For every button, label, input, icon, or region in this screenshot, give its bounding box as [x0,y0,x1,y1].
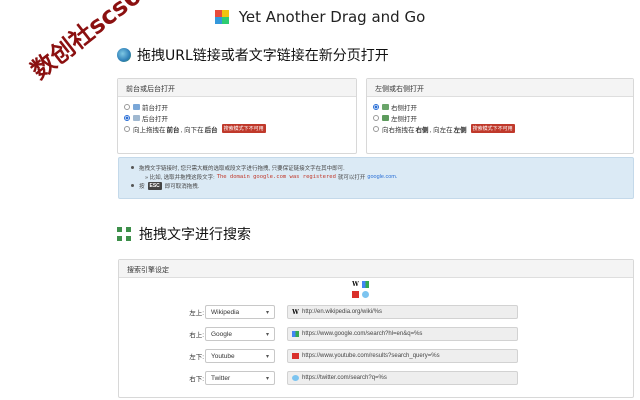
engine-select-value: Wikipedia [211,308,240,316]
radio-direction[interactable] [373,125,379,132]
wikipedia-icon: W [292,308,299,316]
engine-row-top-right: 右上: Google ▾ https://www.google.com/sear… [119,327,635,341]
section2-title-text: 拖拽文字进行搜索 [139,227,251,243]
option-bold: 左侧 [453,126,467,134]
engine-select[interactable]: Google ▾ [205,327,275,341]
option-text: , 向下在 [180,126,204,134]
radio-foreground[interactable] [124,103,130,110]
option-label: 左侧打开 [391,115,417,123]
bullet [131,166,134,169]
engine-url-value: https://twitter.com/search?q=%s [302,375,387,381]
google-icon [292,331,299,337]
esc-key: ESC [147,181,162,190]
info-text: 就可以打开 [337,174,366,181]
twitter-icon [292,375,299,381]
radio-background[interactable] [124,114,130,121]
puzzle-icon [117,227,131,241]
section-title-open-links: 拖拽URL链接或者文字链接在新分页打开 [117,45,389,65]
example-code: The domain google.com was registered [216,173,336,180]
chevron-down-icon: ▾ [265,309,269,316]
engine-url-value: https://www.google.com/search?hl=en&q=%s [302,331,423,337]
engine-position-label: 右下: [189,376,204,383]
engine-row-bottom-left: 左下: Youtube ▾ https://www.youtube.com/re… [119,349,635,363]
option-text: 向右拖拽在 [382,126,415,134]
info-line: 按 ESC 即可取消拖拽. [131,181,621,190]
info-text: 拖拽文字链接时, 您只需大概的选取或段文字进行拖拽, 只要保证链接文字在其中即可… [139,165,345,172]
section1-title-text: 拖拽URL链接或者文字链接在新分页打开 [137,48,389,64]
globe-icon [117,48,131,62]
twitter-icon [362,291,369,298]
option-right[interactable]: 右侧打开 [373,101,627,112]
engine-position-label: 左上: [189,310,204,317]
youtube-icon [352,291,359,298]
radio-left[interactable] [373,114,379,121]
option-foreground[interactable]: 前台打开 [124,101,350,112]
engine-select[interactable]: Youtube ▾ [205,349,275,363]
engine-select-value: Google [211,330,232,338]
option-label: 前台打开 [142,104,168,112]
section-title-search: 拖拽文字进行搜索 [117,224,251,244]
option-direction-lr[interactable]: 向右拖拽在 右侧 , 向左在 左侧 搜索模式下不可用 [373,123,627,134]
info-text: 即可取消拖拽. [164,183,200,190]
chevron-down-icon: ▾ [265,375,269,382]
info-text: » 比如, 选取并拖拽这段文字: [145,174,215,181]
engine-icons-top: W [352,281,369,288]
engine-icons-bottom [352,291,369,298]
option-bold: 右侧 [415,126,429,134]
engine-url-field[interactable]: https://twitter.com/search?q=%s [287,371,518,385]
engine-select[interactable]: Twitter ▾ [205,371,275,385]
engine-url-field[interactable]: W http://en.wikipedia.org/wiki/%s [287,305,518,319]
option-text: 向上拖拽在 [133,126,166,134]
engine-url-value: https://www.youtube.com/results?search_q… [302,353,440,359]
engine-row-bottom-right: 右下: Twitter ▾ https://twitter.com/search… [119,371,635,385]
unavailable-badge: 搜索模式下不可用 [470,124,515,133]
panel-left-right: 左侧或右侧打开 右侧打开 左侧打开 向右拖拽在 右侧 , 向左在 左侧 搜索模式… [366,78,634,154]
engine-select-value: Twitter [211,374,231,382]
option-background[interactable]: 后台打开 [124,112,350,123]
engine-url-field[interactable]: https://www.youtube.com/results?search_q… [287,349,518,363]
wikipedia-icon: W [352,281,359,288]
info-line: 拖拽文字链接时, 您只需大概的选取或段文字进行拖拽, 只要保证链接文字在其中即可… [131,163,621,172]
info-text: 按 [139,183,145,190]
app-header: Yet Another Drag and Go [0,6,640,28]
engine-url-field[interactable]: https://www.google.com/search?hl=en&q=%s [287,327,518,341]
example-link[interactable]: google.com. [367,174,397,180]
tab-icon [133,103,140,110]
chevron-down-icon: ▾ [265,353,269,360]
panel-header: 左侧或右侧打开 [367,79,633,97]
youtube-icon [292,353,299,359]
radio-direction[interactable] [124,125,130,132]
option-direction-fg-bg[interactable]: 向上拖拽在 前台 , 向下在 后台 搜索模式下不可用 [124,123,350,134]
option-label: 后台打开 [142,115,168,123]
info-line: » 比如, 选取并拖拽这段文字: The domain google.com w… [131,172,621,181]
chevron-down-icon: ▾ [265,331,269,338]
panel-foreground-background: 前台或后台打开 前台打开 后台打开 向上拖拽在 前台 , 向下在 后台 搜索模式… [117,78,357,154]
engine-select-value: Youtube [211,352,235,360]
panel-header: 搜索引擎设定 [119,260,633,278]
tab-icon [133,114,140,121]
search-engine-panel: 搜索引擎设定 W 左上: Wikipedia ▾ W http://en.wik… [118,259,634,398]
engine-position-label: 左下: [189,354,204,361]
unavailable-badge: 搜索模式下不可用 [221,124,266,133]
engine-select[interactable]: Wikipedia ▾ [205,305,275,319]
radio-right[interactable] [373,103,379,110]
option-bold: 后台 [204,126,218,134]
engine-url-value: http://en.wikipedia.org/wiki/%s [302,309,383,315]
panel-header: 前台或后台打开 [118,79,356,97]
right-icon [382,103,389,110]
engine-row-top-left: 左上: Wikipedia ▾ W http://en.wikipedia.or… [119,305,635,319]
app-logo-icon [214,10,229,24]
option-text: , 向左在 [429,126,453,134]
option-label: 右侧打开 [391,104,417,112]
option-left[interactable]: 左侧打开 [373,112,627,123]
app-title: Yet Another Drag and Go [238,8,426,26]
google-icon [362,281,369,288]
bullet [131,184,134,187]
info-box: 拖拽文字链接时, 您只需大概的选取或段文字进行拖拽, 只要保证链接文字在其中即可… [118,157,634,199]
option-bold: 前台 [166,126,180,134]
left-icon [382,114,389,121]
engine-position-label: 右上: [189,332,204,339]
